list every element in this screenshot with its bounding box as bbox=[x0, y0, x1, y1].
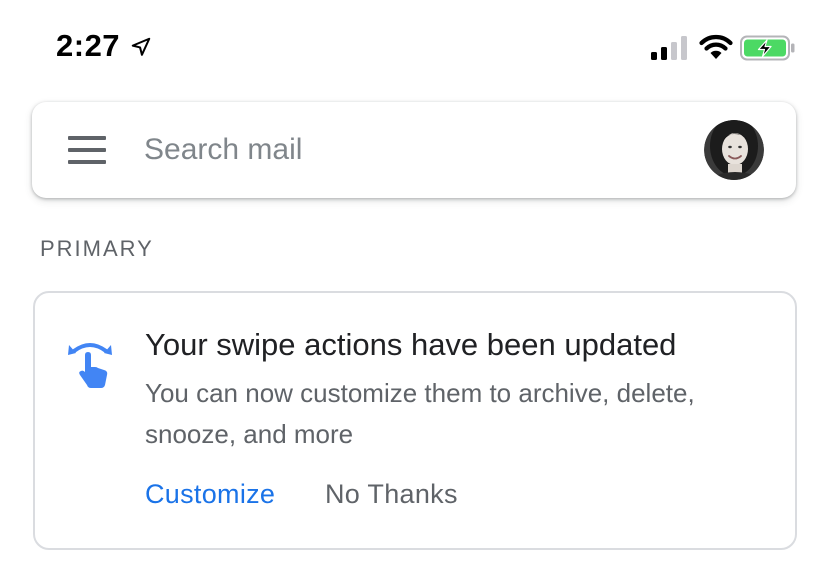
card-title: Your swipe actions have been updated bbox=[145, 327, 677, 362]
status-time: 2:27 bbox=[56, 28, 121, 63]
card-body: You can now customize them to archive, d… bbox=[145, 378, 695, 449]
no-thanks-button[interactable]: No Thanks bbox=[311, 473, 472, 516]
hamburger-menu-icon[interactable] bbox=[68, 136, 106, 164]
account-avatar[interactable] bbox=[704, 120, 764, 180]
customize-button[interactable]: Customize bbox=[131, 473, 289, 516]
battery-charging-icon bbox=[740, 35, 795, 61]
search-bar[interactable] bbox=[32, 102, 796, 198]
search-input[interactable] bbox=[144, 128, 684, 172]
inbox-screen: 2:27 Search mail PRIMARY Your swipe acti… bbox=[0, 0, 828, 575]
swipe-gesture-icon bbox=[68, 343, 112, 388]
avatar-photo bbox=[704, 120, 764, 180]
status-bar: 2:27 bbox=[0, 0, 828, 96]
section-label-primary: PRIMARY bbox=[40, 236, 154, 261]
cellular-signal-icon bbox=[651, 36, 687, 60]
location-arrow-icon bbox=[131, 37, 151, 56]
swipe-actions-card: Your swipe actions have been updated You… bbox=[33, 291, 797, 550]
wifi-icon bbox=[699, 34, 733, 59]
